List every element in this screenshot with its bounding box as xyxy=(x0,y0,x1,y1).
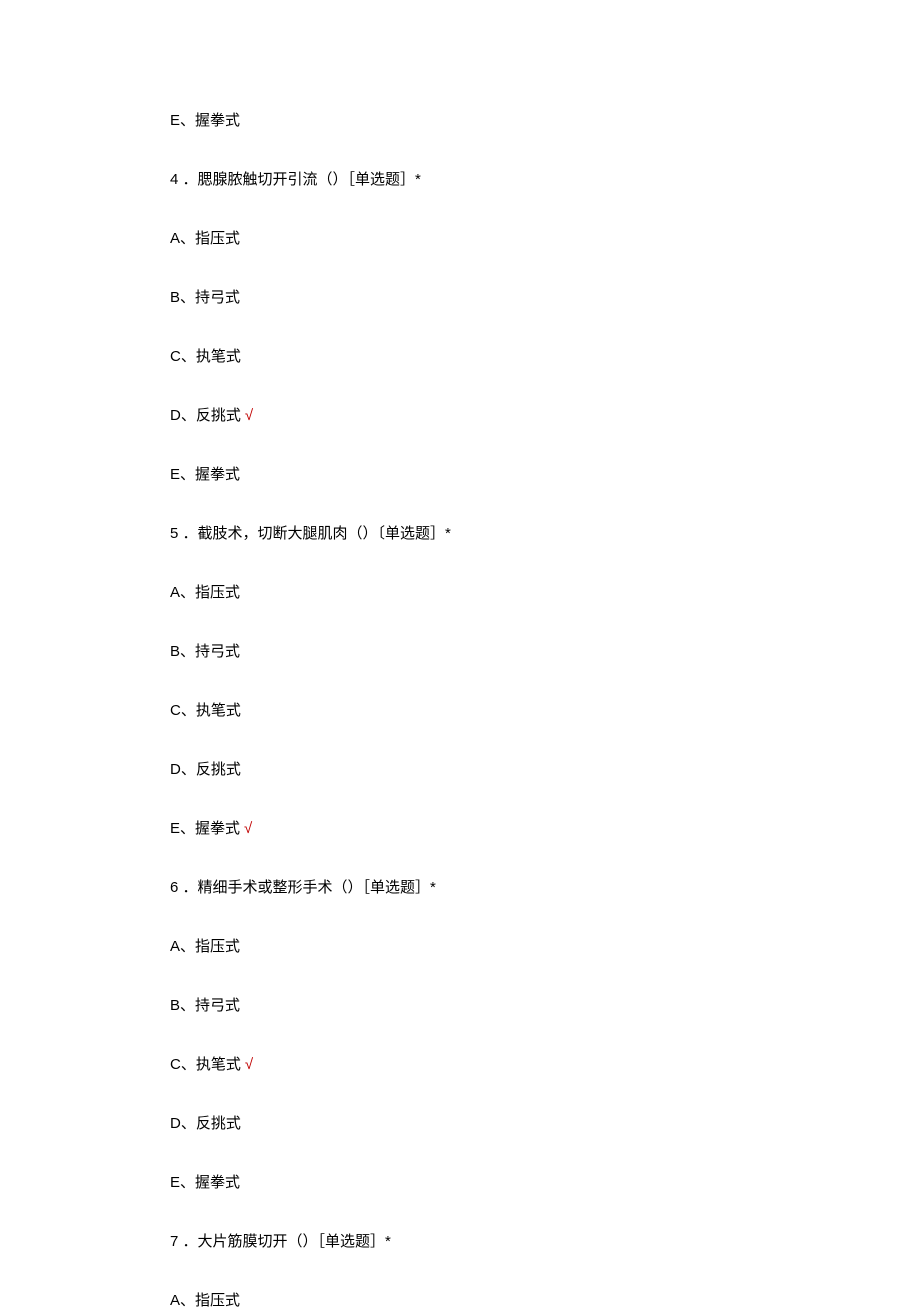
option-text: B、持弓式 xyxy=(170,997,240,1014)
question-text: 7 ．大片筋膜切开（）［单选题］* xyxy=(170,1233,391,1250)
check-icon: √ xyxy=(245,1056,253,1073)
question-line: 6 ．精细手术或整形手术（）［单选题］* xyxy=(170,877,750,898)
question-line: 7 ．大片筋膜切开（）［单选题］* xyxy=(170,1231,750,1252)
option-line: C、执笔式 xyxy=(170,346,750,367)
question-text: 5 ．截肢术，切断大腿肌肉（）〔单选题］* xyxy=(170,525,451,542)
question-text: 4 ．腮腺脓触切开引流（）［单选题］* xyxy=(170,171,421,188)
option-text: E、握拳式 xyxy=(170,466,240,483)
option-line: E、握拳式 xyxy=(170,464,750,485)
option-line: B、持弓式 xyxy=(170,287,750,308)
option-line: C、执笔式 xyxy=(170,700,750,721)
question-line: 5 ．截肢术，切断大腿肌肉（）〔单选题］* xyxy=(170,523,750,544)
option-text: D、反挑式 xyxy=(170,761,241,778)
option-line: D、反挑式 xyxy=(170,759,750,780)
option-line: E、握拳式 xyxy=(170,110,750,131)
question-text: 6 ．精细手术或整形手术（）［单选题］* xyxy=(170,879,436,896)
option-line: E、握拳式√ xyxy=(170,818,750,839)
option-line: D、反挑式 xyxy=(170,1113,750,1134)
option-text: B、持弓式 xyxy=(170,289,240,306)
option-line: B、持弓式 xyxy=(170,641,750,662)
option-text: D、反挑式 xyxy=(170,407,241,424)
option-line: A、指压式 xyxy=(170,582,750,603)
option-text: B、持弓式 xyxy=(170,643,240,660)
option-line: B、持弓式 xyxy=(170,995,750,1016)
check-icon: √ xyxy=(244,820,252,837)
option-line: E、握拳式 xyxy=(170,1172,750,1193)
option-text: A、指压式 xyxy=(170,584,240,601)
option-text: E、握拳式 xyxy=(170,820,240,837)
option-text: A、指压式 xyxy=(170,230,240,247)
question-line: 4 ．腮腺脓触切开引流（）［单选题］* xyxy=(170,169,750,190)
option-text: E、握拳式 xyxy=(170,112,240,129)
option-text: A、指压式 xyxy=(170,938,240,955)
option-text: E、握拳式 xyxy=(170,1174,240,1191)
option-line: A、指压式 xyxy=(170,936,750,957)
document-page: E、握拳式 4 ．腮腺脓触切开引流（）［单选题］* A、指压式 B、持弓式 C、… xyxy=(0,0,920,1311)
option-line: A、指压式 xyxy=(170,228,750,249)
option-text: C、执笔式 xyxy=(170,702,241,719)
option-text: C、执笔式 xyxy=(170,348,241,365)
option-line: D、反挑式√ xyxy=(170,405,750,426)
option-line: C、执笔式√ xyxy=(170,1054,750,1075)
option-text: D、反挑式 xyxy=(170,1115,241,1132)
check-icon: √ xyxy=(245,407,253,424)
option-text: C、执笔式 xyxy=(170,1056,241,1073)
